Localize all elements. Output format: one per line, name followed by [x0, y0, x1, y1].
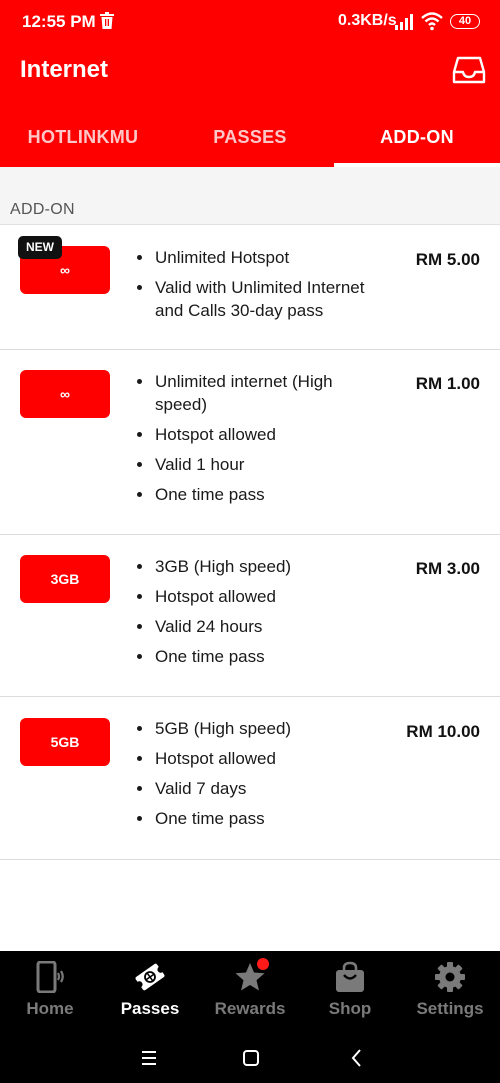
- recent-apps-icon[interactable]: [136, 1045, 162, 1071]
- nav-label: Shop: [328, 999, 372, 1018]
- offer-badge: 3GB: [20, 555, 110, 603]
- feature-list: Unlimited internet (High speed) Hotspot …: [136, 370, 381, 513]
- app-header: 12:55 PM 0.3KB/s 40 Internet HOTLINKMU P…: [0, 0, 500, 167]
- status-bar: 12:55 PM 0.3KB/s 40: [0, 0, 500, 44]
- offer-card-5gb[interactable]: 5GB 5GB (High speed) Hotspot allowed Val…: [0, 697, 500, 860]
- feature-item: Valid with Unlimited Internet and Calls …: [136, 276, 381, 322]
- nav-rewards[interactable]: Rewards: [200, 951, 300, 1033]
- back-icon[interactable]: [344, 1045, 370, 1071]
- nav-home[interactable]: Home: [0, 951, 100, 1033]
- tab-passes[interactable]: PASSES: [166, 110, 334, 167]
- nav-label: Rewards: [214, 999, 286, 1018]
- page-title: Internet: [20, 56, 109, 83]
- system-navigation: [0, 1033, 500, 1083]
- feature-item: One time pass: [136, 807, 381, 830]
- feature-item: One time pass: [136, 483, 381, 506]
- phone-icon: [36, 961, 64, 993]
- offer-price: RM 5.00: [415, 250, 480, 269]
- ticket-icon: [135, 963, 165, 991]
- feature-item: Hotspot allowed: [136, 747, 381, 770]
- offer-card-3gb[interactable]: 3GB 3GB (High speed) Hotspot allowed Val…: [0, 535, 500, 697]
- feature-list: 5GB (High speed) Hotspot allowed Valid 7…: [136, 717, 381, 837]
- trash-icon: [100, 12, 114, 29]
- nav-label: Settings: [416, 999, 484, 1018]
- feature-item: Valid 24 hours: [136, 615, 381, 638]
- offer-price: RM 10.00: [406, 722, 480, 741]
- feature-list: 3GB (High speed) Hotspot allowed Valid 2…: [136, 555, 381, 675]
- offer-badge: ∞: [20, 370, 110, 418]
- tab-hotlinkmu[interactable]: HOTLINKMU: [0, 110, 166, 167]
- offer-price: RM 1.00: [415, 374, 480, 393]
- section-header: ADD-ON: [0, 167, 500, 225]
- feature-item: Unlimited Hotspot: [136, 246, 381, 269]
- feature-item: Valid 1 hour: [136, 453, 381, 476]
- offer-card-unlimited-hotspot[interactable]: NEW ∞ Unlimited Hotspot Valid with Unlim…: [0, 226, 500, 350]
- nav-label: Passes: [120, 999, 180, 1018]
- feature-item: 5GB (High speed): [136, 717, 381, 740]
- offer-card-unlimited-1-hour[interactable]: ∞ Unlimited internet (High speed) Hotspo…: [0, 350, 500, 535]
- battery-indicator: 40: [450, 14, 480, 29]
- feature-item: Unlimited internet (High speed): [136, 370, 381, 416]
- inbox-icon[interactable]: [452, 55, 486, 85]
- status-time: 12:55 PM: [22, 12, 96, 31]
- feature-item: Hotspot allowed: [136, 423, 381, 446]
- notification-dot: [257, 958, 269, 970]
- feature-item: Valid 7 days: [136, 777, 381, 800]
- section-label: ADD-ON: [10, 201, 75, 218]
- signal-icon: [395, 14, 413, 30]
- offer-price: RM 3.00: [415, 559, 480, 578]
- nav-shop[interactable]: Shop: [300, 951, 400, 1033]
- home-button-icon[interactable]: [238, 1045, 264, 1071]
- network-speed: 0.3KB/s: [338, 12, 397, 29]
- feature-item: 3GB (High speed): [136, 555, 381, 578]
- nav-label: Home: [26, 999, 74, 1018]
- offer-badge: 5GB: [20, 718, 110, 766]
- shopping-bag-icon: [336, 961, 364, 992]
- feature-item: One time pass: [136, 645, 381, 668]
- tab-bar: HOTLINKMU PASSES ADD-ON: [0, 110, 500, 167]
- new-tag: NEW: [18, 236, 62, 259]
- feature-item: Hotspot allowed: [136, 585, 381, 608]
- nav-settings[interactable]: Settings: [400, 951, 500, 1033]
- bottom-navigation: Home Passes Rewards Shop Settings: [0, 951, 500, 1033]
- gear-icon: [435, 962, 465, 992]
- tab-add-on[interactable]: ADD-ON: [334, 110, 500, 167]
- feature-list: Unlimited Hotspot Valid with Unlimited I…: [136, 246, 381, 329]
- wifi-icon: [421, 12, 443, 31]
- nav-passes[interactable]: Passes: [100, 951, 200, 1033]
